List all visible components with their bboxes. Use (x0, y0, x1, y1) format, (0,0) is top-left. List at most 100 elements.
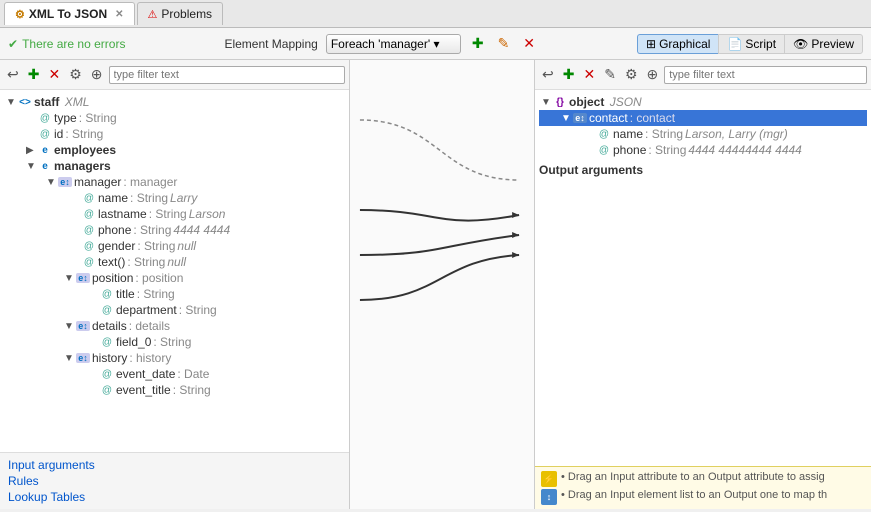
delete-mapping-btn[interactable]: ✕ (520, 33, 538, 54)
expand-arrow[interactable]: ▼ (46, 177, 56, 188)
xml-icon: <> (18, 97, 32, 108)
mapping-svg (350, 60, 534, 509)
edit-mapping-btn[interactable]: ✎ (495, 33, 513, 54)
script-icon: 📄 (727, 37, 742, 51)
list-item: ▼ e↕ manager : manager (4, 174, 345, 190)
lookup-tables-link[interactable]: Lookup Tables (8, 489, 341, 505)
list-item: @ event_date : Date (4, 366, 345, 382)
attr-icon: @ (100, 337, 114, 348)
hint-row-2: ↕ • Drag an Input element list to an Out… (541, 489, 865, 505)
input-arguments-link[interactable]: Input arguments (8, 457, 341, 473)
left-panel: ↩ ✚ ✕ ⚙ ⊕ ▼ <> staff XML @ type : (0, 60, 350, 509)
expand-arrow[interactable]: ▼ (541, 97, 551, 108)
attr-icon: @ (82, 225, 96, 236)
expand-arrow[interactable]: ▼ (26, 161, 36, 172)
problems-icon: ⚠ (148, 8, 158, 21)
preview-label: Preview (811, 37, 854, 51)
right-add-btn[interactable]: ✚ (560, 64, 578, 85)
left-tree-area: ▼ <> staff XML @ type : String @ id : St (0, 90, 349, 452)
list-item: ▼ e managers (4, 158, 345, 174)
hint-warning-icon: ⚡ (541, 471, 557, 487)
tab-xml-json-label: XML To JSON (29, 7, 107, 21)
mapping-label: Element Mapping (224, 37, 317, 51)
tab-problems-label: Problems (161, 7, 212, 21)
right-panel: ↩ ✚ ✕ ✎ ⚙ ⊕ ▼ {} object JSON ▼ e↕ conta (535, 60, 871, 509)
expand-arrow[interactable]: ▼ (64, 273, 74, 284)
attr-icon: @ (100, 385, 114, 396)
json-icon: {} (553, 97, 567, 108)
list-item: @ department : String (4, 302, 345, 318)
right-edit-btn[interactable]: ✎ (601, 64, 619, 85)
right-filter-btn[interactable]: ⊕ (644, 64, 662, 85)
script-label: Script (745, 37, 776, 51)
hint-text-1: • Drag an Input attribute to an Output a… (561, 471, 825, 483)
left-filter-input[interactable] (109, 66, 346, 84)
list-item: @ event_title : String (4, 382, 345, 398)
attr-icon: @ (82, 209, 96, 220)
expand-arrow[interactable]: ▼ (6, 97, 16, 108)
list-item: @ text() : String null (4, 254, 345, 270)
tab-xml-json[interactable]: ⚙ XML To JSON ✕ (4, 2, 135, 25)
expand-arrow[interactable]: ▼ (64, 321, 74, 332)
left-add-btn[interactable]: ✚ (25, 64, 43, 85)
preview-icon: 👁 (793, 37, 808, 51)
attr-icon: @ (82, 193, 96, 204)
expand-arrow[interactable]: ▼ (561, 113, 571, 124)
elem-list-icon: e↕ (76, 353, 90, 363)
attr-icon: @ (597, 145, 611, 156)
attr-icon: @ (100, 369, 114, 380)
attr-icon: @ (82, 241, 96, 252)
tab-xml-json-close[interactable]: ✕ (115, 9, 123, 20)
list-item: @ field_0 : String (4, 334, 345, 350)
view-script-btn[interactable]: 📄 Script (718, 34, 784, 54)
list-item: ▼ e↕ contact : contact (539, 110, 867, 126)
attr-icon: @ (38, 129, 52, 140)
hint-row-1: ⚡ • Drag an Input attribute to an Output… (541, 471, 865, 487)
mapping-dropdown[interactable]: Foreach 'manager' ▾ (326, 34, 461, 54)
elem-icon: e (38, 161, 52, 172)
list-item: @ name : String Larry (4, 190, 345, 206)
right-tree-area: ▼ {} object JSON ▼ e↕ contact : contact … (535, 90, 871, 466)
elem-list-icon: e↕ (573, 113, 587, 123)
graphical-icon: ⊞ (646, 37, 656, 51)
left-bottom-links: Input arguments Rules Lookup Tables (0, 452, 349, 509)
main-area: ↩ ✚ ✕ ⚙ ⊕ ▼ <> staff XML @ type : (0, 60, 871, 509)
list-item: ▼ e↕ position : position (4, 270, 345, 286)
left-filter-btn[interactable]: ⊕ (88, 64, 106, 85)
tab-bar: ⚙ XML To JSON ✕ ⚠ Problems (0, 0, 871, 28)
right-filter-input[interactable] (664, 66, 867, 84)
attr-icon: @ (82, 257, 96, 268)
output-arguments: Output arguments (539, 162, 867, 178)
mapping-select[interactable]: Foreach 'manager' ▾ (326, 34, 461, 54)
right-tool-arrow[interactable]: ↩ (539, 64, 557, 85)
left-tool-arrow[interactable]: ↩ (4, 64, 22, 85)
graphical-label: Graphical (659, 37, 710, 51)
expand-arrow[interactable]: ▼ (64, 353, 74, 364)
left-delete-btn[interactable]: ✕ (45, 64, 63, 85)
top-toolbar: There are no errors Element Mapping Fore… (0, 28, 871, 60)
list-item: @ id : String (4, 126, 345, 142)
rules-link[interactable]: Rules (8, 473, 341, 489)
list-item: @ lastname : String Larson (4, 206, 345, 222)
expand-arrow[interactable]: ▶ (26, 145, 36, 156)
view-preview-btn[interactable]: 👁 Preview (784, 34, 863, 54)
list-item: @ type : String (4, 110, 345, 126)
add-mapping-btn[interactable]: ✚ (469, 33, 487, 54)
attr-icon: @ (100, 305, 114, 316)
hint-text-2: • Drag an Input element list to an Outpu… (561, 489, 827, 501)
list-item: ▼ <> staff XML (4, 94, 345, 110)
right-settings-btn[interactable]: ⚙ (622, 64, 641, 85)
right-delete-btn[interactable]: ✕ (580, 64, 598, 85)
view-graphical-btn[interactable]: ⊞ Graphical (637, 34, 718, 54)
list-item: ▶ e employees (4, 142, 345, 158)
list-item: ▼ e↕ details : details (4, 318, 345, 334)
attr-icon: @ (597, 129, 611, 140)
list-item: @ name : String Larson, Larry (mgr) (539, 126, 867, 142)
left-panel-toolbar: ↩ ✚ ✕ ⚙ ⊕ (0, 60, 349, 90)
left-settings-btn[interactable]: ⚙ (66, 64, 85, 85)
tab-problems[interactable]: ⚠ Problems (137, 2, 224, 25)
list-item: @ phone : String 4444 44444444 4444 (539, 142, 867, 158)
xml-json-icon: ⚙ (15, 8, 25, 21)
list-item: @ gender : String null (4, 238, 345, 254)
list-item: ▼ e↕ history : history (4, 350, 345, 366)
